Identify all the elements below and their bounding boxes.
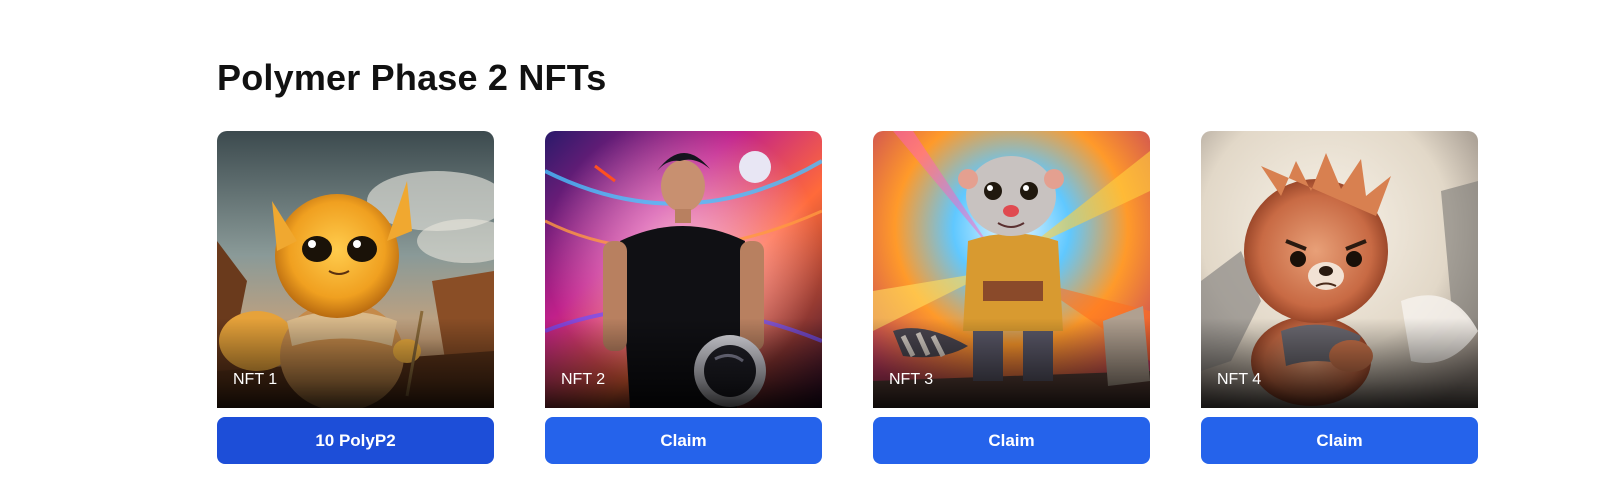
nft-image-3[interactable]: NFT 3 (873, 131, 1150, 408)
nft-name-4: NFT 4 (1217, 371, 1262, 388)
claim-button-nft-3[interactable]: Claim (873, 417, 1150, 464)
claim-button-nft-2[interactable]: Claim (545, 417, 822, 464)
nft-image-4[interactable]: NFT 4 (1201, 131, 1478, 408)
nft-card-1: NFT 1 10 PolyP2 (217, 131, 494, 464)
nft-card-2: NFT 2 Claim (545, 131, 822, 464)
nft-name-1: NFT 1 (233, 371, 278, 388)
section-title: Polymer Phase 2 NFTs (217, 57, 607, 98)
image-gradient-overlay (1201, 318, 1478, 408)
image-gradient-overlay (873, 318, 1150, 408)
image-gradient-overlay (217, 318, 494, 408)
nft-card-3: NFT 3 Claim (873, 131, 1150, 464)
claim-button-nft-4[interactable]: Claim (1201, 417, 1478, 464)
nft-card-4: NFT 4 Claim (1201, 131, 1478, 464)
image-gradient-overlay (545, 318, 822, 408)
nft-name-3: NFT 3 (889, 371, 934, 388)
nft-image-2[interactable]: NFT 2 (545, 131, 822, 408)
nft-image-1[interactable]: NFT 1 (217, 131, 494, 408)
price-button-nft-1[interactable]: 10 PolyP2 (217, 417, 494, 464)
nft-name-2: NFT 2 (561, 371, 606, 388)
nft-gallery-page: Polymer Phase 2 NFTs NFT 1 10 PolyP2 NFT… (0, 0, 1600, 498)
